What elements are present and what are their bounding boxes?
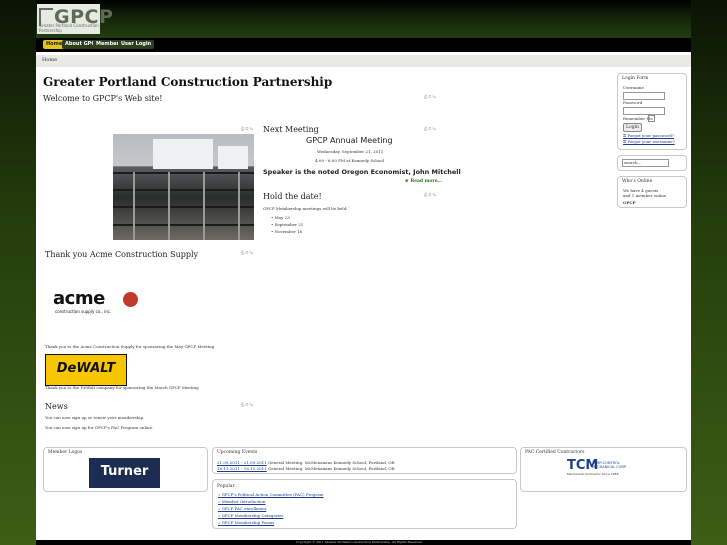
construction-photo	[113, 134, 254, 240]
hold-date-item: • November 16	[271, 229, 303, 234]
breadcrumb-bar: Home	[36, 55, 691, 67]
upcoming-events-module: Upcoming Events 21.09.2011 - 21.09.2011 …	[212, 447, 517, 474]
event-item[interactable]: 21.09.2011 - 21.09.2011 General Meeting,…	[217, 460, 395, 465]
popular-title: Popular	[217, 484, 235, 489]
main-nav: Home About GPCP Members User Login	[36, 38, 691, 52]
meeting-time: 4:00 - 6:00 PM at Kennedy School	[315, 158, 384, 163]
search-input[interactable]: search...	[622, 159, 669, 167]
news-article-icons[interactable]: ⎙ ✉ ✎	[241, 402, 253, 407]
page-title: Greater Portland Construction Partnershi…	[43, 75, 333, 89]
read-more-label: Read more...	[410, 179, 443, 184]
news-line: You can now sign up or renew your member…	[45, 415, 145, 420]
dewalt-logo: DeWALT	[45, 354, 127, 386]
breadcrumb[interactable]: Home	[42, 57, 57, 63]
nav-user-login[interactable]: User Login	[118, 40, 155, 49]
site-footer: Copyright © 2011 Greater Portland Constr…	[36, 540, 691, 545]
hold-date-item: • September 21	[271, 222, 304, 227]
article-icons[interactable]: ⎙ ✉ ✎	[424, 94, 436, 99]
read-more-link[interactable]: ⊕ Read more...	[405, 179, 442, 184]
acme-article-icons[interactable]: ⎙ ✉ ✎	[241, 250, 253, 255]
remember-checkbox[interactable]	[648, 115, 655, 122]
news-heading: News	[45, 402, 68, 411]
search-module: search...	[617, 155, 687, 171]
hold-date-heading: Hold the date!	[263, 192, 322, 201]
acme-heading: Thank you Acme Construction Supply	[45, 250, 199, 259]
popular-item[interactable]: » Member Introduction	[218, 499, 265, 504]
online-member: GPCP	[623, 200, 636, 205]
site-header	[36, 0, 691, 40]
acme-caption: Thank you to the Acme Construction Suppl…	[45, 344, 215, 349]
popular-item[interactable]: » GPCP's Political Action Committee (PAC…	[218, 492, 324, 497]
photo-article-icons[interactable]: ⎙ ✉ ✎	[241, 126, 253, 131]
forgot-username-link[interactable]: ⚿ Forgot your username?	[623, 139, 675, 144]
meeting-title: GPCP Annual Meeting	[306, 136, 393, 145]
login-form-module: Login Form Username Password Remember Me…	[617, 73, 687, 150]
whos-online-title: Who's Online	[622, 179, 653, 184]
next-meeting-heading: Next Meeting	[263, 125, 319, 134]
popular-item[interactable]: » GPCP Membership Categories	[218, 513, 283, 518]
meeting-article-icons[interactable]: ⎙ ✉ ✎	[424, 126, 436, 131]
hold-date-item: • May 23	[271, 215, 290, 220]
login-form-title: Login Form	[622, 76, 649, 81]
popular-item[interactable]: » GPCP PAC enrollment	[218, 506, 266, 511]
event-item[interactable]: 16.11.2011 - 16.11.2011 General Meeting,…	[217, 466, 395, 471]
popular-item[interactable]: » GPCP Membership Forms	[218, 520, 274, 525]
username-label: Username	[623, 85, 644, 90]
turner-logo[interactable]: Turner	[89, 458, 160, 488]
hold-date-icons[interactable]: ⎙ ✉ ✎	[424, 192, 436, 197]
upcoming-events-title: Upcoming Events	[217, 450, 258, 455]
tcm-logo[interactable]: TCM TEMP-CONTROL MECHANICAL CORP. Mechan…	[567, 458, 637, 476]
whos-online-module: Who's Online We have 4 guests and 1 memb…	[617, 176, 687, 208]
dewalt-caption: Thank you to the DeWalt company for spon…	[45, 385, 199, 390]
password-field[interactable]	[623, 107, 665, 115]
news-line: You can now sign up for GPCP's PAC Progr…	[45, 425, 154, 430]
hold-date-intro: GPCP Membership meetings will be held:	[263, 206, 348, 211]
acme-emblem-icon	[123, 292, 138, 307]
forgot-password-link[interactable]: ⚿ Forgot your password?	[623, 133, 674, 138]
logo-subtitle: Greater Portland Construction Partnershi…	[39, 23, 99, 33]
password-label: Password	[623, 100, 643, 105]
meeting-speaker: Speaker is the noted Oregon Economist, J…	[263, 168, 461, 176]
meeting-date: Wednesday, September 21, 2011	[317, 149, 384, 154]
pac-contractors-title: PAC Certified Contractors	[525, 450, 585, 455]
username-field[interactable]	[623, 92, 665, 100]
acme-logo: acme construction supply co., inc.	[53, 288, 143, 318]
welcome-heading: Welcome to GPCP's Web site!	[43, 94, 163, 103]
member-logos-title: Member Logos	[48, 450, 83, 455]
login-button[interactable]: Login	[623, 123, 642, 132]
popular-module: Popular » GPCP's Political Action Commit…	[212, 479, 517, 529]
whos-online-text: We have 4 guests and 1 member online	[623, 188, 667, 198]
site-logo[interactable]: GPCP Greater Portland Construction Partn…	[37, 4, 113, 34]
footer-copyright: Copyright © 2011 Greater Portland Constr…	[296, 540, 423, 544]
